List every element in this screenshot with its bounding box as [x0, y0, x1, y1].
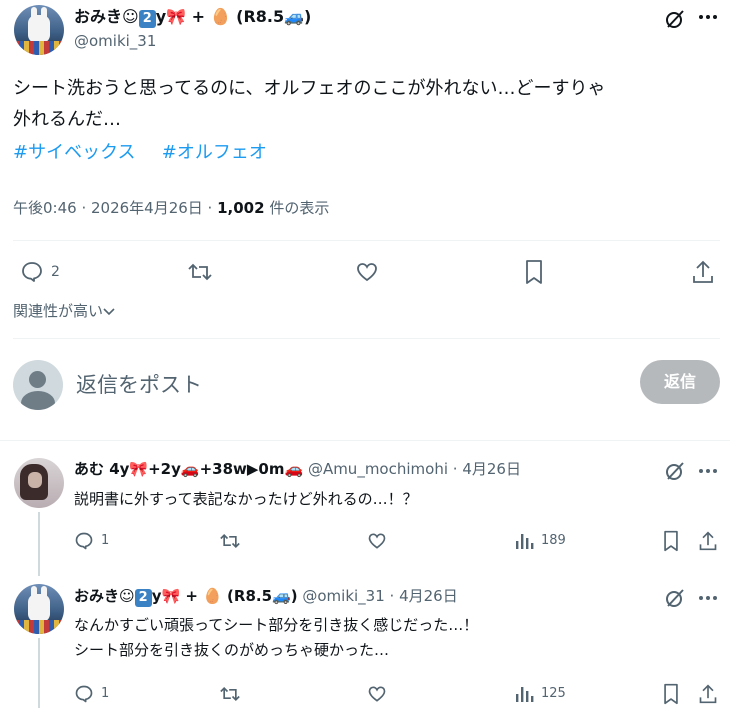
hashtag-cybex[interactable]: #サイベックス: [13, 142, 136, 163]
reply-button[interactable]: 返信: [640, 360, 720, 404]
views-label: 件の表示: [264, 199, 330, 217]
reply-icon[interactable]: [74, 531, 94, 551]
author-name-text: おみき☺: [74, 7, 139, 26]
tweet-text-line-1: シート洗おうと思ってるのに、オルフェオのここが外れない…どーすりゃ: [13, 78, 606, 99]
reply-author-handle[interactable]: @Amu_mochimohi: [308, 460, 448, 478]
more-icon[interactable]: [698, 595, 718, 601]
reply-author-name[interactable]: おみき☺ 2 y🎀 + 🥚 (R8.5🚙): [74, 587, 298, 607]
author-handle[interactable]: @omiki_31: [74, 31, 156, 51]
reply-author-name-text: おみき☺: [74, 587, 135, 605]
views-icon[interactable]: [514, 531, 534, 551]
more-icon[interactable]: [698, 14, 718, 20]
reply-count: 1: [101, 686, 110, 701]
sort-relevance-label: 関連性が高い: [13, 302, 104, 320]
retweet-icon[interactable]: [219, 684, 241, 704]
reply-header: あむ 4y🎀+2y🚗+38w▶0m🚗 @Amu_mochimohi · 4月26…: [74, 459, 521, 479]
grok-icon[interactable]: [664, 460, 686, 482]
author-display-name[interactable]: おみき☺ 2 y🎀 + 🥚 (R8.5🚙): [74, 6, 311, 28]
like-icon[interactable]: [367, 531, 387, 551]
reply-date[interactable]: · 4月26日: [453, 460, 521, 478]
hashtag-orfeo[interactable]: #オルフェオ: [162, 142, 267, 163]
thread-line: [38, 512, 40, 576]
reply-date[interactable]: · 4月26日: [390, 587, 458, 605]
reply-author-name-suffix: y🎀 + 🥚 (R8.5🚙): [151, 587, 298, 605]
reply-header: おみき☺ 2 y🎀 + 🥚 (R8.5🚙) @omiki_31 · 4月26日: [74, 586, 458, 607]
grok-icon[interactable]: [664, 587, 686, 609]
reply-text-line-1: なんかすごい頑張ってシート部分を引き抜く感じだった…！: [74, 616, 479, 634]
share-icon[interactable]: [698, 530, 718, 552]
reply-avatar[interactable]: [14, 584, 64, 634]
tweet-timestamp[interactable]: 午後0:46 · 2026年4月26日 ·: [13, 199, 217, 217]
bookmark-icon[interactable]: [524, 259, 544, 285]
author-avatar[interactable]: [14, 5, 64, 55]
reply-icon[interactable]: [20, 260, 44, 284]
reply-text-line-2: シート部分を引き抜くのがめっちゃ硬かった…: [74, 641, 390, 659]
reply-count: 2: [51, 264, 60, 280]
thread-line: [38, 638, 40, 708]
hashtags-row: #サイベックス #オルフェオ: [13, 140, 267, 166]
like-icon[interactable]: [367, 684, 387, 704]
reply-count: 1: [101, 533, 110, 548]
author-badge: 2: [134, 589, 152, 607]
share-icon[interactable]: [698, 683, 718, 705]
reply-author-handle[interactable]: @omiki_31: [302, 587, 384, 605]
views-count: 1,002: [217, 199, 265, 217]
like-icon[interactable]: [355, 260, 379, 284]
reply-icon[interactable]: [74, 684, 94, 704]
author-badge: 2: [138, 10, 156, 28]
my-avatar[interactable]: [13, 360, 63, 410]
reply-author-name[interactable]: あむ 4y🎀+2y🚗+38w▶0m🚗: [74, 460, 303, 478]
view-count: 189: [541, 533, 566, 548]
chevron-down-icon: [103, 307, 115, 317]
author-name-suffix: y🎀 + 🥚 (R8.5🚙): [155, 7, 312, 26]
retweet-icon[interactable]: [187, 260, 213, 284]
views-icon[interactable]: [514, 684, 534, 704]
bookmark-icon[interactable]: [662, 530, 680, 552]
tweet-text-line-2: 外れるんだ…: [13, 109, 121, 130]
grok-icon[interactable]: [664, 8, 686, 30]
share-icon[interactable]: [691, 259, 715, 285]
retweet-icon[interactable]: [219, 531, 241, 551]
reply-text: 説明書に外すって表記なかったけど外れるの…！？: [74, 490, 418, 508]
more-icon[interactable]: [698, 468, 718, 474]
bookmark-icon[interactable]: [662, 683, 680, 705]
reply-input[interactable]: 返信をポスト: [76, 371, 202, 399]
reply-avatar[interactable]: [14, 458, 64, 508]
tweet-meta: 午後0:46 · 2026年4月26日 · 1,002 件の表示: [13, 198, 329, 218]
sort-relevance-dropdown[interactable]: 関連性が高い: [13, 301, 115, 321]
view-count: 125: [541, 686, 566, 701]
